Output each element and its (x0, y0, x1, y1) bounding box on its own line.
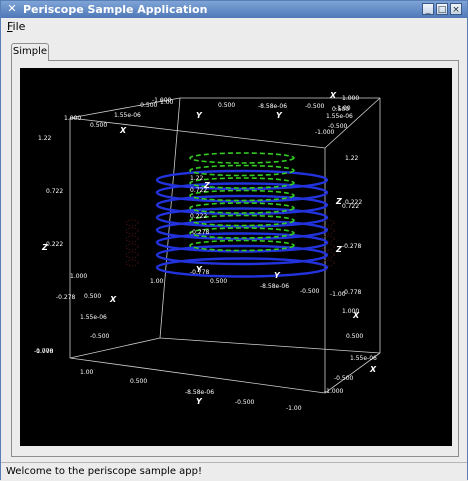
x-axis-name: X (329, 91, 337, 100)
y-tick-label-center: -1.00 (330, 291, 346, 298)
z-tick-label-center: 0.222 (190, 213, 207, 220)
box-edge (69, 357, 326, 394)
z-tick-label-left: -0.278 (56, 294, 76, 301)
y-axis-name: Y (276, 111, 283, 120)
x-tick-label-right-top: 1.000 (342, 95, 359, 102)
plot-svg: 1.220.7220.222-0.278-0.7781.220.7220.222… (34, 91, 381, 412)
x-tick-label-left-bottom: 1.000 (70, 273, 87, 280)
z-tick-label-right: 1.22 (345, 155, 359, 162)
y-axis-name: Y (196, 111, 203, 120)
x-tick-label-top: 0.500 (90, 122, 107, 129)
x-tick-label-right-bottom: 1.55e-06 (350, 355, 377, 362)
y-tick-label-bottom: -1.00 (286, 405, 302, 412)
y-tick-label-bottom: 0.500 (130, 378, 147, 385)
y-tick-label-top: 1.00 (160, 99, 174, 106)
dashed-helix-ring (189, 152, 295, 164)
x-tick-label-right-bottom: -1.000 (324, 388, 344, 395)
z-tick-label-right: -0.278 (342, 243, 362, 250)
maximize-button[interactable]: □ (436, 3, 448, 15)
z-tick-label-center: 1.22 (190, 175, 204, 182)
x-tick-label-left-bottom: -1.000 (34, 348, 54, 355)
y-tick-label-top: -8.58e-06 (258, 103, 287, 110)
y-tick-label-top: 0.500 (218, 102, 235, 109)
y-tick-label-top: -1.00 (335, 105, 351, 112)
faint-surface-left (125, 227, 139, 235)
x-tick-label-right-top: -1.000 (315, 129, 335, 136)
faint-surface-left (125, 259, 139, 267)
x-axis-name: X (369, 365, 377, 374)
x-tick-label-left-bottom: -0.500 (90, 333, 110, 340)
y-tick-label-bottom: -0.500 (235, 399, 255, 406)
faint-surface-left (125, 243, 139, 251)
x-tick-label-left-bottom: 1.55e-06 (80, 314, 107, 321)
z-tick-label-right: 0.222 (345, 199, 362, 206)
window-title: Periscope Sample Application (23, 3, 208, 16)
z-axis-name: Z (203, 181, 210, 190)
x-tick-label-top: 1.000 (64, 115, 81, 122)
faint-surface-left (125, 251, 139, 259)
y-tick-label-bottom: 1.00 (80, 369, 94, 376)
y-axis-name: Y (196, 397, 203, 406)
app-icon: ✕ (7, 2, 17, 15)
y-tick-label-bottom: -8.58e-06 (185, 389, 214, 396)
x-tick-label-right-bottom: -0.500 (334, 375, 354, 382)
x-axis-name: X (352, 311, 360, 320)
menu-bar: File (1, 18, 467, 36)
x-tick-label-left-bottom: 0.500 (84, 293, 101, 300)
y-tick-label-center: -8.58e-06 (260, 283, 289, 290)
status-bar: Welcome to the periscope sample app! (1, 462, 467, 481)
x-tick-label-right-top: 1.55e-06 (326, 113, 353, 120)
y-tick-label-center: 1.00 (150, 278, 164, 285)
x-tick-label-right-bottom: 0.500 (346, 333, 363, 340)
faint-surface-left (125, 219, 139, 227)
x-axis-name: X (109, 295, 117, 304)
z-tick-label-left: 0.722 (46, 188, 63, 195)
x-tick-label-top: 1.55e-06 (114, 112, 141, 119)
y-tick-label-center: 0.500 (210, 278, 227, 285)
x-axis-name: X (119, 126, 127, 135)
box-edge (69, 337, 161, 359)
z-axis-name: Z (335, 245, 342, 254)
tab-simple[interactable]: Simple (11, 43, 49, 61)
menu-file[interactable]: File (7, 20, 25, 34)
box-edge (159, 337, 381, 354)
plot-3d-canvas[interactable]: 1.22 0.722 0.222 -0.278 -0.778 1.22 0.722 0.222… (20, 68, 452, 446)
faint-surface-left (125, 235, 139, 243)
main-window: ✕ Periscope Sample Application _ □ × Fil… (0, 0, 468, 481)
helix-ring (155, 257, 329, 278)
z-tick-label-left: 1.22 (38, 135, 52, 142)
z-tick-label-center: -0.278 (190, 229, 210, 236)
minimize-button[interactable]: _ (422, 3, 434, 15)
close-button[interactable]: × (450, 3, 462, 15)
z-axis-name: Z (335, 197, 342, 206)
box-edge (159, 97, 181, 339)
box-edge (69, 117, 326, 149)
title-bar[interactable]: ✕ Periscope Sample Application _ □ × (1, 1, 467, 18)
y-tick-label-center: -0.500 (300, 288, 320, 295)
z-tick-label-left: 0.222 (46, 241, 63, 248)
z-axis-name: Z (41, 243, 48, 252)
y-tick-label-top: -0.500 (305, 103, 325, 110)
status-text: Welcome to the periscope sample app! (6, 466, 202, 477)
